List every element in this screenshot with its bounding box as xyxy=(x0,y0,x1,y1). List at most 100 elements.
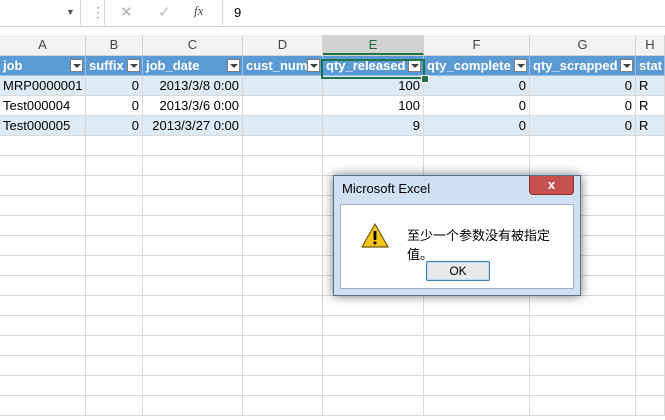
header-cell-suffix[interactable]: suffix xyxy=(86,56,143,76)
empty-cell[interactable] xyxy=(0,336,86,356)
empty-cell[interactable] xyxy=(0,256,86,276)
empty-cell[interactable] xyxy=(424,356,530,376)
filter-dropdown-icon[interactable] xyxy=(127,59,140,72)
table-cell[interactable]: 2013/3/27 0:00 xyxy=(143,116,243,136)
empty-cell[interactable] xyxy=(530,296,636,316)
empty-cell[interactable] xyxy=(424,376,530,396)
empty-cell[interactable] xyxy=(0,196,86,216)
empty-cell[interactable] xyxy=(424,336,530,356)
empty-cell[interactable] xyxy=(0,276,86,296)
table-cell[interactable]: 100 xyxy=(323,76,424,96)
empty-cell[interactable] xyxy=(143,376,243,396)
table-cell[interactable]: R xyxy=(636,116,665,136)
enter-icon[interactable]: ✓ xyxy=(158,3,171,21)
empty-cell[interactable] xyxy=(243,136,323,156)
empty-cell[interactable] xyxy=(86,376,143,396)
more-options-icon[interactable]: ⋮ xyxy=(91,4,105,21)
empty-cell[interactable] xyxy=(143,296,243,316)
empty-cell[interactable] xyxy=(86,336,143,356)
empty-cell[interactable] xyxy=(86,216,143,236)
empty-cell[interactable] xyxy=(530,316,636,336)
table-cell[interactable]: 0 xyxy=(424,116,530,136)
table-cell[interactable]: 9 xyxy=(323,116,424,136)
column-header-c[interactable]: C xyxy=(143,35,243,55)
empty-cell[interactable] xyxy=(86,356,143,376)
empty-cell[interactable] xyxy=(0,216,86,236)
column-header-e[interactable]: E xyxy=(323,35,424,55)
table-cell[interactable]: 0 xyxy=(86,96,143,116)
empty-cell[interactable] xyxy=(530,356,636,376)
empty-cell[interactable] xyxy=(0,316,86,336)
empty-cell[interactable] xyxy=(143,176,243,196)
empty-cell[interactable] xyxy=(323,376,424,396)
table-cell[interactable]: 0 xyxy=(424,96,530,116)
filter-dropdown-icon[interactable] xyxy=(514,59,527,72)
empty-cell[interactable] xyxy=(143,256,243,276)
empty-cell[interactable] xyxy=(243,176,323,196)
empty-cell[interactable] xyxy=(530,376,636,396)
table-cell[interactable] xyxy=(243,76,323,96)
cancel-icon[interactable]: ✕ xyxy=(120,3,133,21)
header-cell-qty-complete[interactable]: qty_complete xyxy=(424,56,530,76)
header-cell-qty-scrapped[interactable]: qty_scrapped xyxy=(530,56,636,76)
table-cell[interactable]: 100 xyxy=(323,96,424,116)
column-header-a[interactable]: A xyxy=(0,35,86,55)
empty-cell[interactable] xyxy=(143,216,243,236)
empty-cell[interactable] xyxy=(243,236,323,256)
column-header-b[interactable]: B xyxy=(86,35,143,55)
empty-cell[interactable] xyxy=(243,156,323,176)
empty-cell[interactable] xyxy=(143,276,243,296)
empty-cell[interactable] xyxy=(143,136,243,156)
table-cell[interactable]: 0 xyxy=(530,76,636,96)
formula-input[interactable]: 9 xyxy=(234,5,241,20)
empty-cell[interactable] xyxy=(86,176,143,196)
empty-cell[interactable] xyxy=(243,276,323,296)
empty-cell[interactable] xyxy=(0,356,86,376)
empty-cell[interactable] xyxy=(0,236,86,256)
empty-cell[interactable] xyxy=(243,256,323,276)
empty-cell[interactable] xyxy=(530,336,636,356)
table-cell[interactable]: R xyxy=(636,96,665,116)
empty-cell[interactable] xyxy=(636,296,665,316)
empty-cell[interactable] xyxy=(86,296,143,316)
filter-dropdown-icon[interactable] xyxy=(408,59,421,72)
table-cell[interactable]: 2013/3/6 0:00 xyxy=(143,96,243,116)
empty-cell[interactable] xyxy=(636,216,665,236)
table-cell[interactable]: 0 xyxy=(530,96,636,116)
empty-cell[interactable] xyxy=(243,216,323,236)
filter-dropdown-icon[interactable] xyxy=(307,59,320,72)
empty-cell[interactable] xyxy=(530,156,636,176)
table-cell[interactable] xyxy=(243,96,323,116)
ok-button[interactable]: OK xyxy=(426,261,490,281)
header-cell-cust-num[interactable]: cust_num xyxy=(243,56,323,76)
empty-cell[interactable] xyxy=(636,396,665,416)
close-button[interactable]: x xyxy=(529,176,574,195)
empty-cell[interactable] xyxy=(143,196,243,216)
table-cell[interactable]: R xyxy=(636,76,665,96)
table-cell[interactable]: Test000005 xyxy=(0,116,86,136)
empty-cell[interactable] xyxy=(243,396,323,416)
empty-cell[interactable] xyxy=(323,396,424,416)
empty-cell[interactable] xyxy=(243,296,323,316)
table-cell[interactable]: 0 xyxy=(424,76,530,96)
empty-cell[interactable] xyxy=(323,136,424,156)
column-header-g[interactable]: G xyxy=(530,35,636,55)
empty-cell[interactable] xyxy=(243,196,323,216)
empty-cell[interactable] xyxy=(424,396,530,416)
empty-cell[interactable] xyxy=(143,156,243,176)
table-cell[interactable]: Test000004 xyxy=(0,96,86,116)
empty-cell[interactable] xyxy=(323,336,424,356)
empty-cell[interactable] xyxy=(636,276,665,296)
empty-cell[interactable] xyxy=(0,296,86,316)
filter-dropdown-icon[interactable] xyxy=(620,59,633,72)
table-cell[interactable]: 0 xyxy=(86,116,143,136)
table-cell[interactable]: 0 xyxy=(530,116,636,136)
name-box[interactable]: ▼ xyxy=(0,0,81,25)
empty-cell[interactable] xyxy=(0,396,86,416)
empty-cell[interactable] xyxy=(86,136,143,156)
name-box-dropdown-icon[interactable]: ▼ xyxy=(66,7,75,17)
column-header-h[interactable]: H xyxy=(636,35,665,55)
insert-function-icon[interactable]: fx xyxy=(194,3,203,19)
header-cell-job[interactable]: job xyxy=(0,56,86,76)
empty-cell[interactable] xyxy=(323,296,424,316)
